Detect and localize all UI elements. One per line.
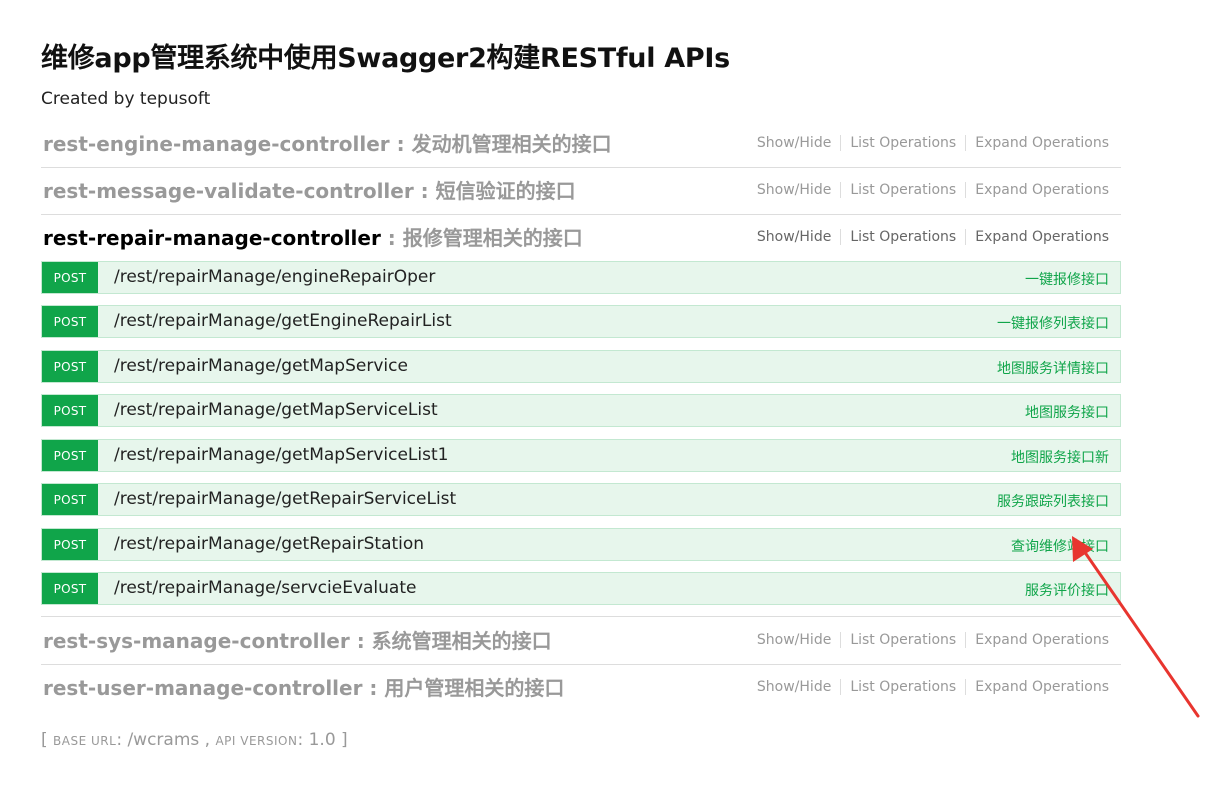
endpoint-row[interactable]: POST /rest/repairManage/servcieEvaluate … xyxy=(41,572,1121,605)
list-operations-link[interactable]: List Operations xyxy=(840,229,966,245)
show-hide-link[interactable]: Show/Hide xyxy=(757,632,840,648)
http-method-badge[interactable]: POST xyxy=(42,351,98,382)
endpoint-row[interactable]: POST /rest/repairManage/getMapService 地图… xyxy=(41,350,1121,383)
endpoint-summary[interactable]: 地图服务详情接口 xyxy=(997,358,1109,378)
list-operations-link[interactable]: List Operations xyxy=(840,135,966,151)
http-method-badge[interactable]: POST xyxy=(42,484,98,515)
controller-name[interactable]: rest-user-manage-controller xyxy=(43,676,362,700)
endpoint-path[interactable]: /rest/repairManage/getMapService xyxy=(114,356,408,376)
base-url-label: BASE URL xyxy=(53,734,117,748)
api-info-footer: [ BASE URL: /wcrams , API VERSION: 1.0 ] xyxy=(41,730,348,750)
list-operations-link[interactable]: List Operations xyxy=(840,632,966,648)
endpoint-row[interactable]: POST /rest/repairManage/getRepairService… xyxy=(41,483,1121,516)
resource-operations: Show/Hide List Operations Expand Operation… xyxy=(757,182,1109,198)
http-method-badge[interactable]: POST xyxy=(42,573,98,604)
endpoint-summary[interactable]: 服务评价接口 xyxy=(1025,580,1109,600)
endpoint-summary[interactable]: 地图服务接口 xyxy=(1025,402,1109,422)
controller-name[interactable]: rest-repair-manage-controller xyxy=(43,226,381,250)
controller-name[interactable]: rest-engine-manage-controller xyxy=(43,132,390,156)
show-hide-link[interactable]: Show/Hide xyxy=(757,135,840,151)
http-method-badge[interactable]: POST xyxy=(42,395,98,426)
endpoint-path[interactable]: /rest/repairManage/getEngineRepairList xyxy=(114,311,452,331)
show-hide-link[interactable]: Show/Hide xyxy=(757,679,840,695)
show-hide-link[interactable]: Show/Hide xyxy=(757,182,840,198)
endpoint-row[interactable]: POST /rest/repairManage/getMapServiceLis… xyxy=(41,439,1121,472)
resource-operations: Show/Hide List Operations Expand Operation… xyxy=(757,632,1109,648)
resource-user-manage: rest-user-manage-controller : 用户管理相关的接口 … xyxy=(41,664,1121,711)
expand-operations-link[interactable]: Expand Operations xyxy=(965,182,1109,198)
endpoint-row[interactable]: POST /rest/repairManage/getMapServiceLis… xyxy=(41,394,1121,427)
api-version-value: : 1.0 ] xyxy=(297,730,348,750)
resource-heading[interactable]: rest-message-validate-controller : 短信验证的… xyxy=(43,175,576,204)
resource-operations: Show/Hide List Operations Expand Operation… xyxy=(757,229,1109,245)
controller-name[interactable]: rest-sys-manage-controller xyxy=(43,629,350,653)
resource-heading[interactable]: rest-user-manage-controller : 用户管理相关的接口 xyxy=(43,672,564,701)
list-operations-link[interactable]: List Operations xyxy=(840,182,966,198)
api-version-label: API VERSION xyxy=(215,734,298,748)
controller-description: : 用户管理相关的接口 xyxy=(362,676,565,700)
endpoint-path[interactable]: /rest/repairManage/servcieEvaluate xyxy=(114,578,416,598)
endpoint-path[interactable]: /rest/repairManage/getMapServiceList xyxy=(114,400,438,420)
resource-engine-manage: rest-engine-manage-controller : 发动机管理相关的… xyxy=(41,120,1121,168)
resource-operations: Show/Hide List Operations Expand Operation… xyxy=(757,135,1109,151)
endpoint-path[interactable]: /rest/repairManage/getMapServiceList1 xyxy=(114,445,448,465)
resource-repair-manage: rest-repair-manage-controller : 报修管理相关的接… xyxy=(41,214,1121,261)
resource-heading[interactable]: rest-repair-manage-controller : 报修管理相关的接… xyxy=(43,222,583,251)
expand-operations-link[interactable]: Expand Operations xyxy=(965,679,1109,695)
footer-open-bracket: [ xyxy=(41,730,54,750)
resource-operations: Show/Hide List Operations Expand Operation… xyxy=(757,679,1109,695)
controller-description: : 报修管理相关的接口 xyxy=(380,226,583,250)
endpoint-summary[interactable]: 一键报修列表接口 xyxy=(997,313,1109,333)
http-method-badge[interactable]: POST xyxy=(42,529,98,560)
endpoint-summary[interactable]: 服务跟踪列表接口 xyxy=(997,491,1109,511)
show-hide-link[interactable]: Show/Hide xyxy=(757,229,840,245)
endpoint-summary[interactable]: 查询维修站接口 xyxy=(1011,536,1109,556)
endpoint-path[interactable]: /rest/repairManage/getRepairStation xyxy=(114,534,424,554)
expand-operations-link[interactable]: Expand Operations xyxy=(965,229,1109,245)
expand-operations-link[interactable]: Expand Operations xyxy=(965,135,1109,151)
endpoint-summary[interactable]: 地图服务接口新 xyxy=(1011,447,1109,467)
page-subtitle: Created by tepusoft xyxy=(41,89,211,109)
page-title: 维修app管理系统中使用Swagger2构建RESTful APIs xyxy=(41,43,730,74)
expand-operations-link[interactable]: Expand Operations xyxy=(965,632,1109,648)
base-url-value: : /wcrams , xyxy=(116,730,216,750)
http-method-badge[interactable]: POST xyxy=(42,306,98,337)
endpoint-row[interactable]: POST /rest/repairManage/engineRepairOper… xyxy=(41,261,1121,294)
http-method-badge[interactable]: POST xyxy=(42,262,98,293)
list-operations-link[interactable]: List Operations xyxy=(840,679,966,695)
controller-description: : 系统管理相关的接口 xyxy=(349,629,552,653)
controller-description: : 发动机管理相关的接口 xyxy=(389,132,612,156)
endpoint-summary[interactable]: 一键报修接口 xyxy=(1025,269,1109,289)
controller-name[interactable]: rest-message-validate-controller xyxy=(43,179,414,203)
endpoint-row[interactable]: POST /rest/repairManage/getEngineRepairL… xyxy=(41,305,1121,338)
endpoint-row[interactable]: POST /rest/repairManage/getRepairStation… xyxy=(41,528,1121,561)
endpoint-path[interactable]: /rest/repairManage/engineRepairOper xyxy=(114,267,435,287)
resource-heading[interactable]: rest-sys-manage-controller : 系统管理相关的接口 xyxy=(43,625,552,654)
http-method-badge[interactable]: POST xyxy=(42,440,98,471)
endpoint-path[interactable]: /rest/repairManage/getRepairServiceList xyxy=(114,489,456,509)
resource-sys-manage: rest-sys-manage-controller : 系统管理相关的接口 S… xyxy=(41,617,1121,665)
controller-description: : 短信验证的接口 xyxy=(413,179,576,203)
resource-heading[interactable]: rest-engine-manage-controller : 发动机管理相关的… xyxy=(43,128,612,157)
resource-message-validate: rest-message-validate-controller : 短信验证的… xyxy=(41,167,1121,215)
